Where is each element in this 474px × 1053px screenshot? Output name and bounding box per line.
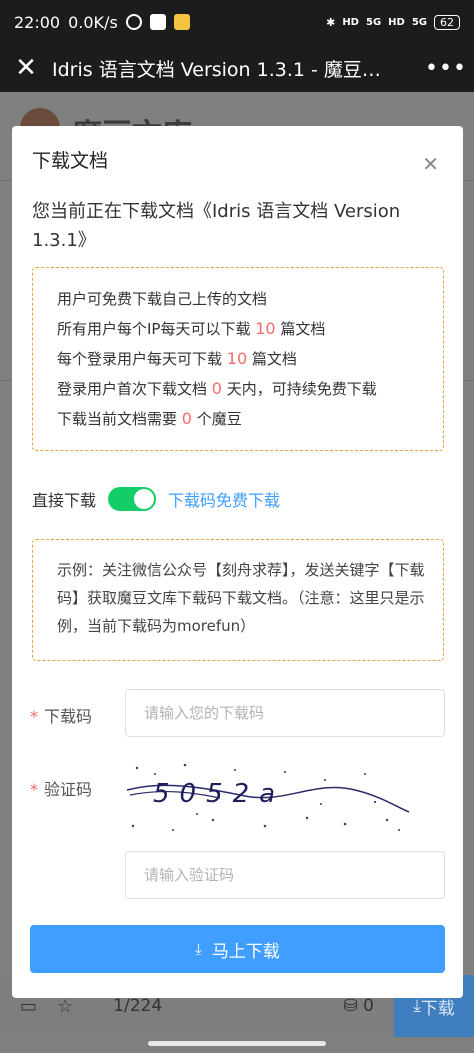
battery-icon: 62	[434, 14, 460, 30]
captcha-label: * 验证码	[30, 780, 93, 799]
more-icon[interactable]: •••	[418, 56, 474, 81]
cost-number: 0	[181, 409, 192, 428]
app-notification-icon	[149, 14, 166, 30]
download-now-label: 马上下载	[211, 941, 280, 961]
download-now-button[interactable]: ⤓ 马上下载	[30, 925, 445, 973]
app-bar: ✕ Idris 语言文档 Version 1.3.1 - 魔豆… •••	[0, 44, 474, 92]
captcha-text: 5052a	[153, 779, 285, 809]
page-title: Idris 语言文档 Version 1.3.1 - 魔豆…	[52, 58, 381, 81]
code-download-label[interactable]: 下载码免费下载	[168, 487, 280, 511]
required-mark: *	[30, 780, 38, 799]
status-bar: 22:00 0.0K/s ✱ HD 5G HD 5G 62	[0, 0, 474, 44]
coin-value: 0	[363, 996, 374, 1016]
info-line: 登录用户首次下载文档 0 天内，可持续免费下载	[57, 379, 377, 398]
status-time: 22:00	[14, 12, 61, 32]
close-icon[interactable]: ✕	[0, 53, 52, 83]
limit-number: 10	[226, 349, 248, 368]
days-number: 0	[211, 379, 222, 398]
info-line: 用户可免费下载自己上传的文档	[57, 290, 268, 308]
download-mode-switch[interactable]	[108, 487, 157, 511]
status-speed: 0.0K/s	[68, 12, 118, 32]
mail-icon	[173, 14, 190, 30]
dialog-close-icon[interactable]: ✕	[422, 152, 439, 176]
hd-badge: HD	[342, 16, 359, 28]
dialog-description: 您当前正在下载文档《Idris 语言文档 Version 1.3.1》	[32, 201, 401, 251]
info-line: 下载当前文档需要 0 个魔豆	[57, 409, 242, 428]
comment-icon[interactable]: ▭	[20, 996, 37, 1017]
download-code-input[interactable]	[125, 689, 445, 737]
info-line: 每个登录用户每天可下载 10 篇文档	[57, 349, 297, 368]
direct-download-label: 直接下载	[32, 491, 97, 510]
switch-knob	[134, 489, 155, 509]
alarm-icon	[125, 14, 142, 30]
download-code-label: * 下载码	[30, 707, 93, 726]
download-icon: ⤓	[195, 940, 202, 958]
captcha-image[interactable]: 5052a	[125, 760, 410, 838]
coin-count: ⛁ 0	[343, 996, 374, 1016]
gesture-bar	[148, 1041, 326, 1046]
dialog-title: 下载文档	[32, 150, 109, 172]
download-mode-toggle: 直接下载 下载码免费下载	[32, 487, 280, 511]
download-dialog: 下载文档 ✕ 您当前正在下载文档《Idris 语言文档 Version 1.3.…	[12, 126, 463, 998]
limit-number: 10	[255, 319, 276, 338]
required-mark: *	[30, 707, 38, 726]
example-box: 示例：关注微信公众号【刻舟求荐】，发送关键字【下载码】获取魔豆文库下载码下载文档…	[32, 539, 444, 661]
page-indicator: 1/224	[113, 996, 163, 1016]
captcha-input[interactable]	[125, 851, 445, 899]
star-icon[interactable]: ☆	[57, 996, 73, 1017]
signal-5g-2: 5G	[411, 16, 427, 28]
signal-5g: 5G	[365, 16, 382, 28]
download-info-box: 用户可免费下载自己上传的文档 所有用户每个IP每天可以下载 10 篇文档 每个登…	[32, 267, 444, 451]
info-line: 所有用户每个IP每天可以下载 10 篇文档	[57, 319, 326, 338]
bluetooth-icon: ✱	[326, 15, 336, 29]
hd-badge-2: HD	[388, 16, 405, 28]
